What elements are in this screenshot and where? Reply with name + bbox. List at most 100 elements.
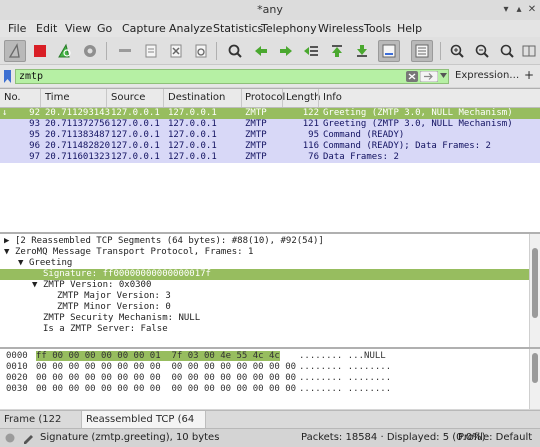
hex-offset: 0000 [6,351,28,361]
packet-row[interactable]: 93 20.711372756 127.0.0.1 127.0.0.1 ZMTP 121 G… [0,119,540,130]
menu-wireless[interactable]: Wireless [318,22,364,35]
column-header-time[interactable]: Time [45,92,69,103]
tab-reassembled-tcp[interactable]: Reassembled TCP (64 bytes) [82,411,206,442]
bytes-scroll-thumb[interactable] [532,353,538,383]
menu-help[interactable]: Help [397,22,422,35]
close-file-button[interactable] [165,40,187,62]
menu-edit[interactable]: Edit [36,22,57,35]
menu-telephony[interactable]: Telephony [261,22,317,35]
packet-cell-info: Greeting (ZMTP 3.0, NULL Mechanism) [323,108,513,118]
details-scrollbar[interactable] [529,234,540,347]
zoom-out-button[interactable] [471,40,493,62]
go-last-packet-button[interactable] [351,40,373,62]
detail-tree-item[interactable]: ▶ [2 Reassembled TCP Segments (64 bytes):… [0,236,532,247]
detail-tree-item[interactable]: Is a ZMTP Server: False [0,324,540,335]
minimize-button[interactable]: ▾ [500,4,512,16]
detail-tree-item[interactable]: ZMTP Major Version: 3 [0,291,540,302]
shark-fin-start-button[interactable] [4,40,26,62]
detail-tree-item[interactable]: Signature: ff00000000000000017f [0,269,540,280]
status-field-info: Signature (zmtp.greeting), 10 bytes [40,432,220,443]
stop-capture-button[interactable] [29,40,51,62]
expanded-arrow-icon[interactable]: ▼ [4,247,12,258]
display-filter-input[interactable]: zmtp [15,69,449,84]
column-header-length[interactable]: Length [286,92,321,103]
column-header-source[interactable]: Source [111,92,145,103]
apply-filter-arrow-icon[interactable] [420,71,438,82]
capture-options-button[interactable] [79,40,101,62]
packet-cell-no: 97 [29,152,40,162]
packet-row[interactable]: 95 20.711383487 127.0.0.1 127.0.0.1 ZMTP 95 Co… [0,130,540,141]
packet-row[interactable]: 97 20.711601323 127.0.0.1 127.0.0.1 ZMTP 76 Da… [0,152,540,163]
detail-tree-text: [2 Reassembled TCP Segments (64 bytes): … [15,236,324,246]
hex-bytes: 00 00 00 00 00 00 00 00 00 00 00 00 00 0… [36,373,297,383]
go-back-button[interactable] [250,40,272,62]
packet-row[interactable]: ↓ 92 20.711293143 127.0.0.1 127.0.0.1 ZMTP 122… [0,108,540,119]
toolbar-separator [216,42,217,60]
packet-cell-info: Command (READY) [323,130,405,140]
add-filter-button[interactable]: + [524,68,534,82]
packet-details-tree: ▶ [2 Reassembled TCP Segments (64 bytes):… [0,233,540,348]
column-header-destination[interactable]: Destination [168,92,225,103]
go-forward-button[interactable] [275,40,297,62]
detail-tree-item[interactable]: ZMTP Security Mechanism: NULL [0,313,540,324]
bytes-scrollbar[interactable] [529,349,540,409]
close-button[interactable]: ✕ [526,4,538,16]
resize-columns-button[interactable] [518,40,540,62]
reload-file-button[interactable] [190,40,212,62]
packet-cell-len: 95 [308,130,319,140]
menu-view[interactable]: View [65,22,91,35]
zoom-reset-button[interactable] [496,40,518,62]
colorize-button[interactable] [411,40,433,62]
expert-info-icon[interactable] [5,433,15,443]
hex-ascii: ........ ........ [299,373,392,383]
bookmark-icon[interactable] [3,70,12,83]
detail-tree-item[interactable]: ▼ ZMTP Version: 0x0300 [0,280,540,291]
menu-analyze[interactable]: Analyze [169,22,212,35]
packet-cell-dst: 127.0.0.1 [168,119,217,129]
maximize-button[interactable]: ▴ [513,4,525,16]
tab-frame-bytes[interactable]: Frame (122 bytes) [0,411,82,442]
packet-cell-proto: ZMTP [245,108,267,118]
packet-cell-info: Command (READY); Data Frames: 2 [323,141,491,151]
detail-tree-item[interactable]: ▼ Greeting [0,258,540,269]
detail-tree-item[interactable]: ZMTP Minor Version: 0 [0,302,540,313]
expanded-arrow-icon[interactable]: ▼ [32,280,40,291]
column-header-protocol[interactable]: Protocol [245,92,285,103]
packet-list-header: No. Time Source Destination Protocol Len… [0,89,540,108]
packet-row[interactable]: 96 20.711482820 127.0.0.1 127.0.0.1 ZMTP 116 C… [0,141,540,152]
detail-tree-item[interactable]: ▼ ZeroMQ Message Transport Protocol, Fram… [0,247,532,258]
zoom-in-button[interactable] [446,40,468,62]
save-file-button[interactable] [140,40,162,62]
menu-file[interactable]: File [8,22,26,35]
find-packet-button[interactable] [224,40,246,62]
status-profile[interactable]: Profile: Default [458,432,532,443]
expression-button[interactable]: Expression… [455,70,519,81]
go-first-packet-button[interactable] [326,40,348,62]
auto-scroll-button[interactable] [378,40,400,62]
hex-offset: 0010 [6,362,28,372]
column-header-no[interactable]: No. [4,92,21,103]
edit-comment-icon[interactable] [22,432,34,444]
packet-cell-len: 122 [302,108,319,118]
restart-capture-button[interactable] [54,40,76,62]
details-scroll-thumb[interactable] [532,248,538,318]
clear-filter-icon[interactable] [406,71,418,82]
collapsed-arrow-icon[interactable]: ▶ [4,236,12,247]
packet-cell-time: 20.711372756 [45,119,111,129]
menu-go[interactable]: Go [97,22,112,35]
go-to-packet-button[interactable] [300,40,322,62]
packet-bytes-pane: 0000 ff 00 00 00 00 00 00 01 7f 03 00 4e … [0,348,540,409]
detail-tree-text: ZMTP Version: 0x0300 [43,280,152,290]
hex-bytes: ff 00 00 00 00 00 00 01 7f 03 00 4e 55 4… [36,351,280,361]
expanded-arrow-icon[interactable]: ▼ [18,258,26,269]
menu-tools[interactable]: Tools [364,22,391,35]
open-file-button[interactable] [114,40,136,62]
packet-cell-info: Greeting (ZMTP 3.0, NULL Mechanism) [323,119,513,129]
menu-bar: File Edit View Go Capture Analyze Statis… [0,20,540,37]
detail-tree-text: Is a ZMTP Server: False [43,324,168,334]
menu-capture[interactable]: Capture [122,22,166,35]
filter-history-dropdown-icon[interactable] [440,73,447,79]
menu-statistics[interactable]: Statistics [213,22,263,35]
column-header-info[interactable]: Info [323,92,342,103]
arrow-down-last-icon [357,45,367,57]
